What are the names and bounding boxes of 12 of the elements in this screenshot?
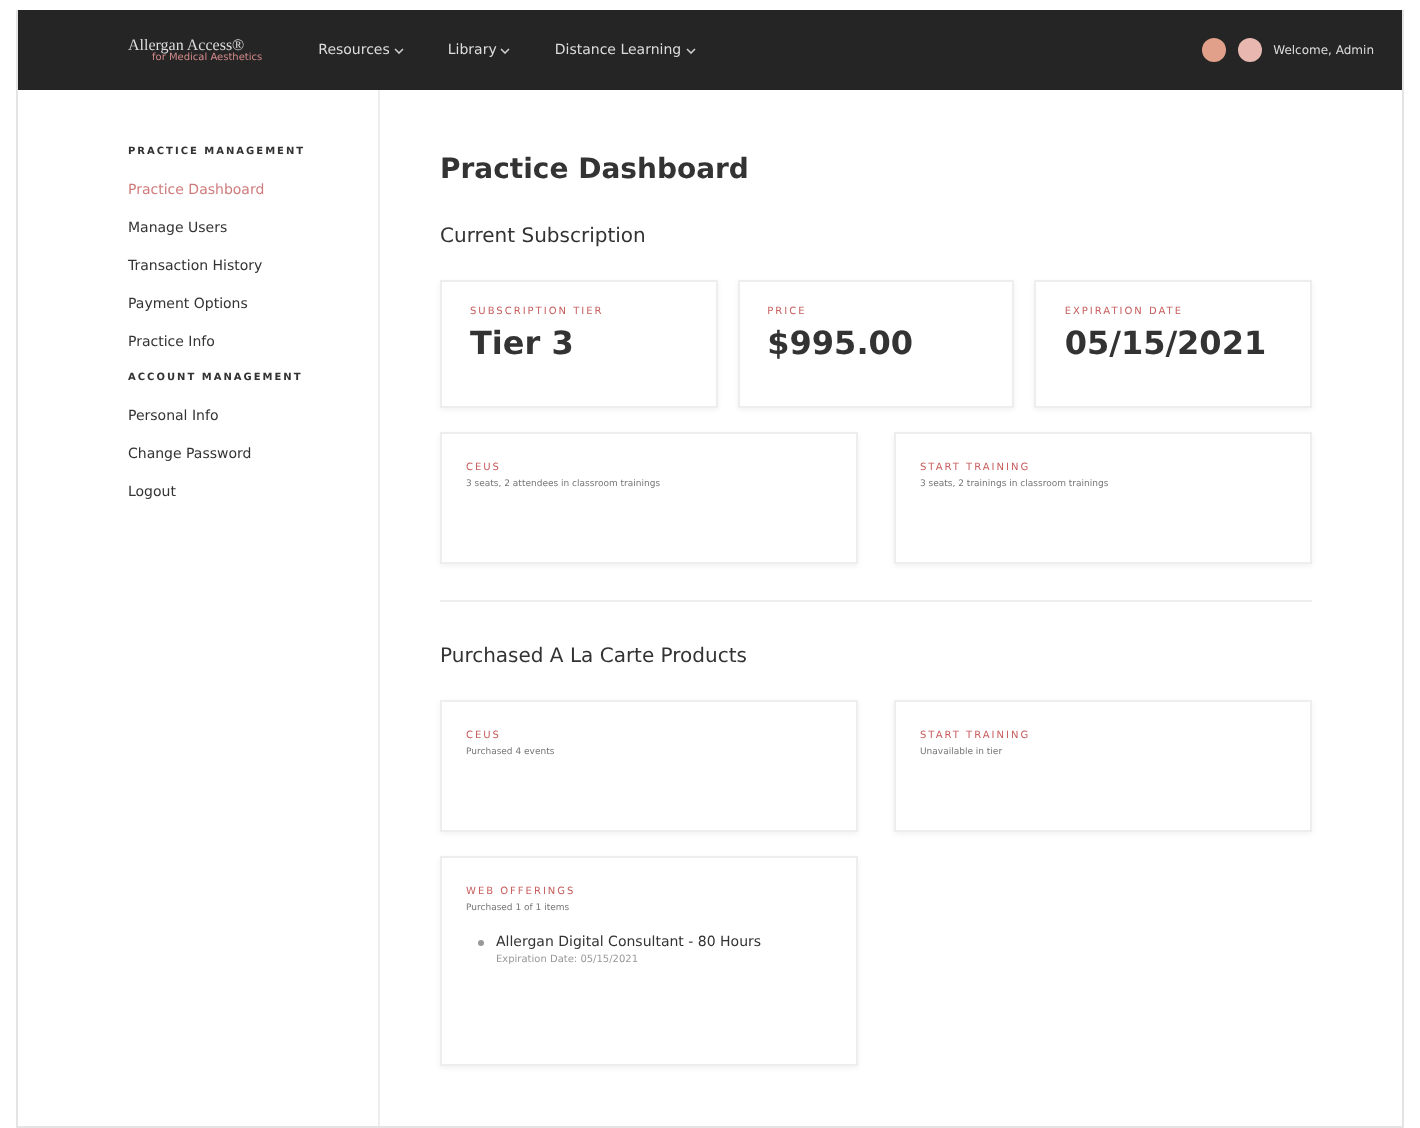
chevron-down-icon — [685, 47, 696, 53]
section-heading: Current Subscription — [440, 226, 648, 248]
section-heading: Purchased A La Carte Products — [440, 646, 749, 668]
logo-title: Allergan Access® — [128, 37, 245, 53]
chevron-down-icon — [500, 47, 511, 53]
page-title: Practice Dashboard — [440, 154, 751, 186]
chevron-down-icon — [393, 47, 404, 53]
avatar-icon[interactable] — [1237, 38, 1262, 62]
stat-value: Tier 3 — [470, 324, 576, 362]
stat-value: 05/15/2021 — [1064, 324, 1269, 362]
stat-value: $995.00 — [767, 324, 916, 362]
bullet-icon — [478, 940, 484, 946]
